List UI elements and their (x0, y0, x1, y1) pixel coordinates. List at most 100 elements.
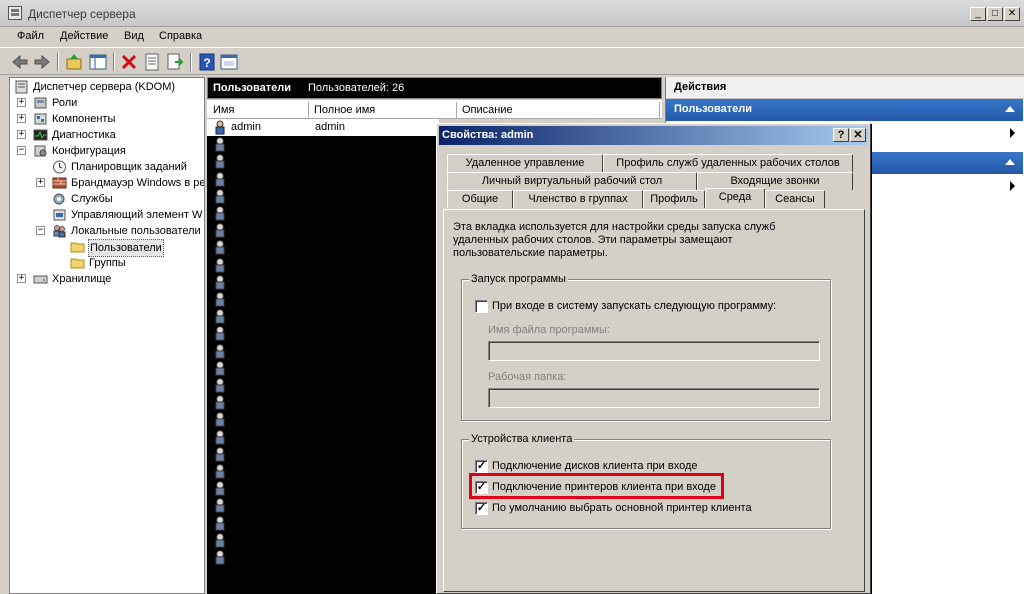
menu-help[interactable]: Справка (159, 30, 202, 42)
tree-label: Группы (89, 257, 126, 269)
table-row[interactable] (207, 549, 439, 566)
table-row[interactable] (207, 171, 439, 188)
submenu-arrow-icon[interactable] (1010, 128, 1015, 138)
menu-action[interactable]: Действие (60, 30, 108, 42)
group-title: Устройства клиента (469, 433, 575, 445)
toolbar-separator (190, 53, 192, 71)
table-row[interactable] (207, 291, 439, 308)
toolbar: ? (0, 47, 1024, 75)
features-icon (34, 113, 47, 125)
tab-general[interactable]: Общие (447, 190, 513, 208)
tab-rds-profile[interactable]: Профиль служб удаленных рабочих столов (603, 154, 853, 172)
table-row[interactable] (207, 239, 439, 256)
table-row[interactable]: admin admin (207, 119, 439, 136)
forward-icon[interactable] (32, 52, 52, 72)
back-icon[interactable] (10, 52, 30, 72)
expand-icon[interactable]: + (36, 178, 45, 187)
table-row[interactable] (207, 308, 439, 325)
table-row[interactable] (207, 222, 439, 239)
services-icon (53, 193, 65, 205)
table-row[interactable] (207, 480, 439, 497)
tree-label: Хранилище (52, 273, 112, 285)
table-row[interactable] (207, 205, 439, 222)
table-row[interactable] (207, 343, 439, 360)
properties-icon[interactable] (142, 52, 162, 72)
minimize-button[interactable]: _ (970, 7, 986, 21)
toolbar-separator (113, 53, 115, 71)
tab-personal-virtual-desktop[interactable]: Личный виртуальный рабочий стол (447, 172, 697, 190)
collapse-icon[interactable] (1005, 159, 1015, 165)
tab-profile[interactable]: Профиль (643, 190, 705, 208)
close-button[interactable]: ✕ (1004, 7, 1020, 21)
user-icon (215, 240, 225, 255)
working-folder-input[interactable] (488, 388, 820, 408)
collapse-icon[interactable]: − (36, 226, 45, 235)
export-icon[interactable] (165, 52, 185, 72)
program-file-input[interactable] (488, 341, 820, 361)
delete-icon[interactable] (119, 52, 139, 72)
collapse-icon[interactable] (1005, 106, 1015, 112)
collapse-icon[interactable]: − (17, 146, 26, 155)
connect-drives-checkbox[interactable]: ✓ (475, 460, 488, 473)
column-name[interactable]: Имя (209, 102, 309, 118)
tab-environment[interactable]: Среда (705, 188, 765, 208)
table-row[interactable] (207, 153, 439, 170)
tab-remote-control[interactable]: Удаленное управление (447, 154, 603, 172)
table-row[interactable] (207, 257, 439, 274)
configuration-icon (34, 145, 47, 157)
up-icon[interactable] (64, 52, 84, 72)
table-row[interactable] (207, 377, 439, 394)
expand-icon[interactable]: + (17, 114, 26, 123)
environment-description: Эта вкладка используется для настройки с… (453, 221, 776, 259)
server-manager-icon (8, 6, 22, 20)
show-hide-tree-icon[interactable] (88, 52, 108, 72)
tree-label: Диспетчер сервера (KDOM) (33, 81, 176, 93)
user-icon (215, 120, 225, 135)
expand-icon[interactable]: + (17, 130, 26, 139)
diagnostics-icon (33, 129, 48, 141)
start-program-checkbox[interactable] (475, 300, 488, 313)
dialog-title: Свойства: admin (442, 129, 534, 141)
column-full-name[interactable]: Полное имя (310, 102, 457, 118)
table-row[interactable] (207, 188, 439, 205)
actions-header: Действия (666, 77, 1024, 99)
actions-section-users[interactable]: Пользователи (666, 99, 1023, 121)
table-row[interactable] (207, 532, 439, 549)
tree-label: Компоненты (52, 113, 116, 125)
help-button[interactable]: ? (833, 128, 849, 142)
expand-icon[interactable]: + (17, 274, 26, 283)
tab-member-of[interactable]: Членство в группах (513, 190, 643, 208)
highlight-box (469, 473, 724, 499)
table-row[interactable] (207, 497, 439, 514)
user-icon (215, 206, 225, 221)
menu-view[interactable]: Вид (124, 30, 144, 42)
menu-file[interactable]: Файл (17, 30, 44, 42)
svg-text:?: ? (203, 56, 210, 70)
table-row[interactable] (207, 463, 439, 480)
table-row[interactable] (207, 394, 439, 411)
table-row[interactable] (207, 136, 439, 153)
table-row[interactable] (207, 325, 439, 342)
help-icon[interactable]: ? (197, 52, 217, 72)
submenu-arrow-icon[interactable] (1010, 181, 1015, 191)
dialog-close-button[interactable]: ✕ (850, 128, 866, 142)
user-icon (215, 344, 225, 359)
table-row[interactable] (207, 360, 439, 377)
table-row[interactable] (207, 515, 439, 532)
default-printer-checkbox[interactable]: ✓ (475, 502, 488, 515)
roles-icon (34, 97, 47, 109)
maximize-button[interactable]: □ (987, 7, 1003, 21)
table-row[interactable] (207, 411, 439, 428)
expand-icon[interactable]: + (17, 98, 26, 107)
user-icon (215, 172, 225, 187)
table-row[interactable] (207, 429, 439, 446)
console-icon[interactable] (219, 52, 239, 72)
folder-icon (70, 258, 85, 269)
tab-sessions[interactable]: Сеансы (765, 190, 825, 208)
table-row[interactable] (207, 446, 439, 463)
column-description[interactable]: Описание (458, 102, 660, 118)
user-icon (215, 326, 225, 341)
local-users-icon (53, 225, 66, 238)
tree-label: Конфигурация (52, 145, 126, 157)
table-row[interactable] (207, 274, 439, 291)
